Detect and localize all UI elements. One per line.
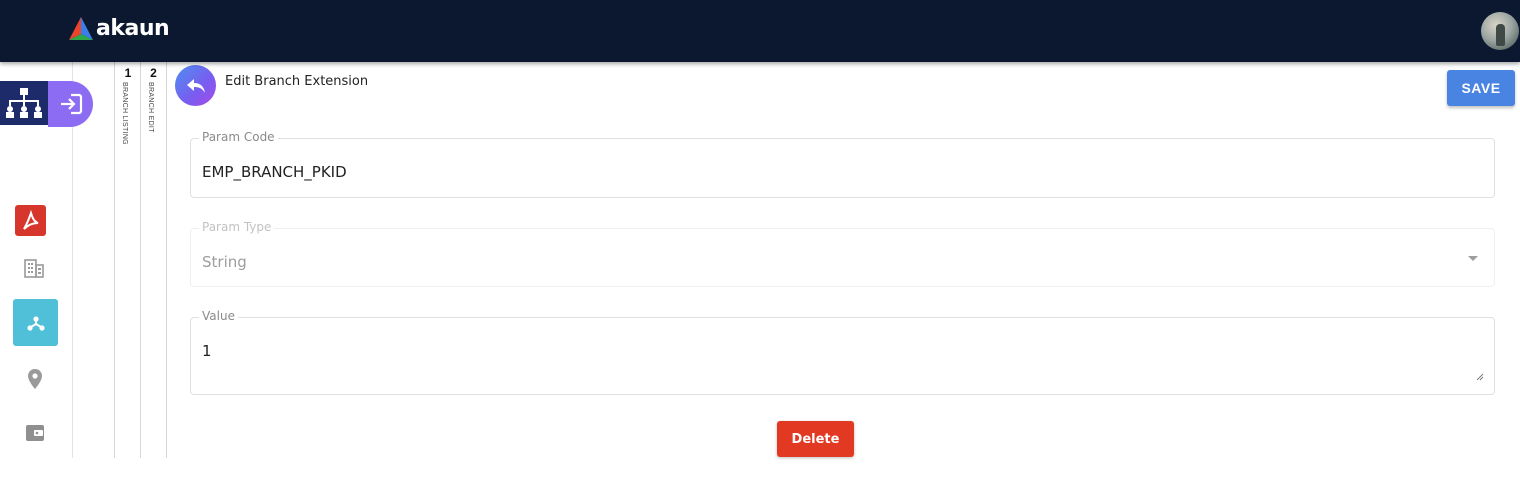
- value-textarea[interactable]: Value 1: [190, 309, 1495, 395]
- top-bar: akaun: [0, 0, 1520, 62]
- acrobat-icon: [22, 209, 38, 230]
- delete-button[interactable]: Delete: [777, 421, 854, 457]
- org-chart-icon: [6, 88, 42, 118]
- breadcrumb-label: BRANCH EDIT: [147, 82, 154, 133]
- reply-arrow-icon: [186, 78, 205, 93]
- breadcrumb-number: 1: [124, 66, 132, 80]
- breadcrumb-number: 2: [150, 66, 157, 80]
- breadcrumb-branch-edit[interactable]: 2 BRANCH EDIT: [140, 62, 167, 458]
- sidebar-item-building[interactable]: [22, 257, 46, 279]
- value-label: Value: [199, 309, 238, 323]
- back-button[interactable]: [175, 65, 216, 106]
- dropdown-arrow-icon: [1468, 256, 1478, 261]
- page-title: Edit Branch Extension: [225, 74, 369, 89]
- save-button[interactable]: SAVE: [1447, 70, 1515, 106]
- sidebar-item-branch[interactable]: [13, 299, 58, 346]
- user-avatar[interactable]: [1481, 12, 1519, 50]
- param-code-label: Param Code: [199, 130, 278, 144]
- breadcrumb-branch-listing[interactable]: 1 BRANCH LISTING: [114, 62, 141, 458]
- param-code-input[interactable]: EMP_BRANCH_PKID: [202, 163, 347, 181]
- param-code-field[interactable]: Param Code EMP_BRANCH_PKID: [190, 130, 1495, 198]
- sidebar-toggle-button[interactable]: [48, 81, 93, 127]
- param-type-value: String: [202, 253, 247, 271]
- sidebar-item-location[interactable]: [24, 366, 46, 392]
- param-type-label: Param Type: [199, 220, 275, 234]
- wallet-icon: [26, 425, 44, 441]
- location-pin-icon: [28, 369, 42, 389]
- resize-handle-icon[interactable]: [1476, 373, 1484, 381]
- login-icon: [60, 93, 82, 115]
- sidebar-item-organization[interactable]: [0, 81, 48, 125]
- akaun-logo-icon: [69, 17, 93, 40]
- branch-icon: [26, 315, 45, 331]
- building-icon: [24, 259, 44, 278]
- param-type-select: Param Type String: [190, 220, 1495, 287]
- breadcrumb-label: BRANCH LISTING: [121, 82, 128, 145]
- sidebar-item-acrobat[interactable]: [15, 205, 46, 236]
- brand-name: akaun: [96, 16, 170, 41]
- sidebar-item-wallet[interactable]: [24, 422, 46, 444]
- brand-logo[interactable]: akaun: [68, 16, 170, 42]
- value-input[interactable]: 1: [202, 342, 212, 360]
- avatar-figure: [1496, 24, 1505, 46]
